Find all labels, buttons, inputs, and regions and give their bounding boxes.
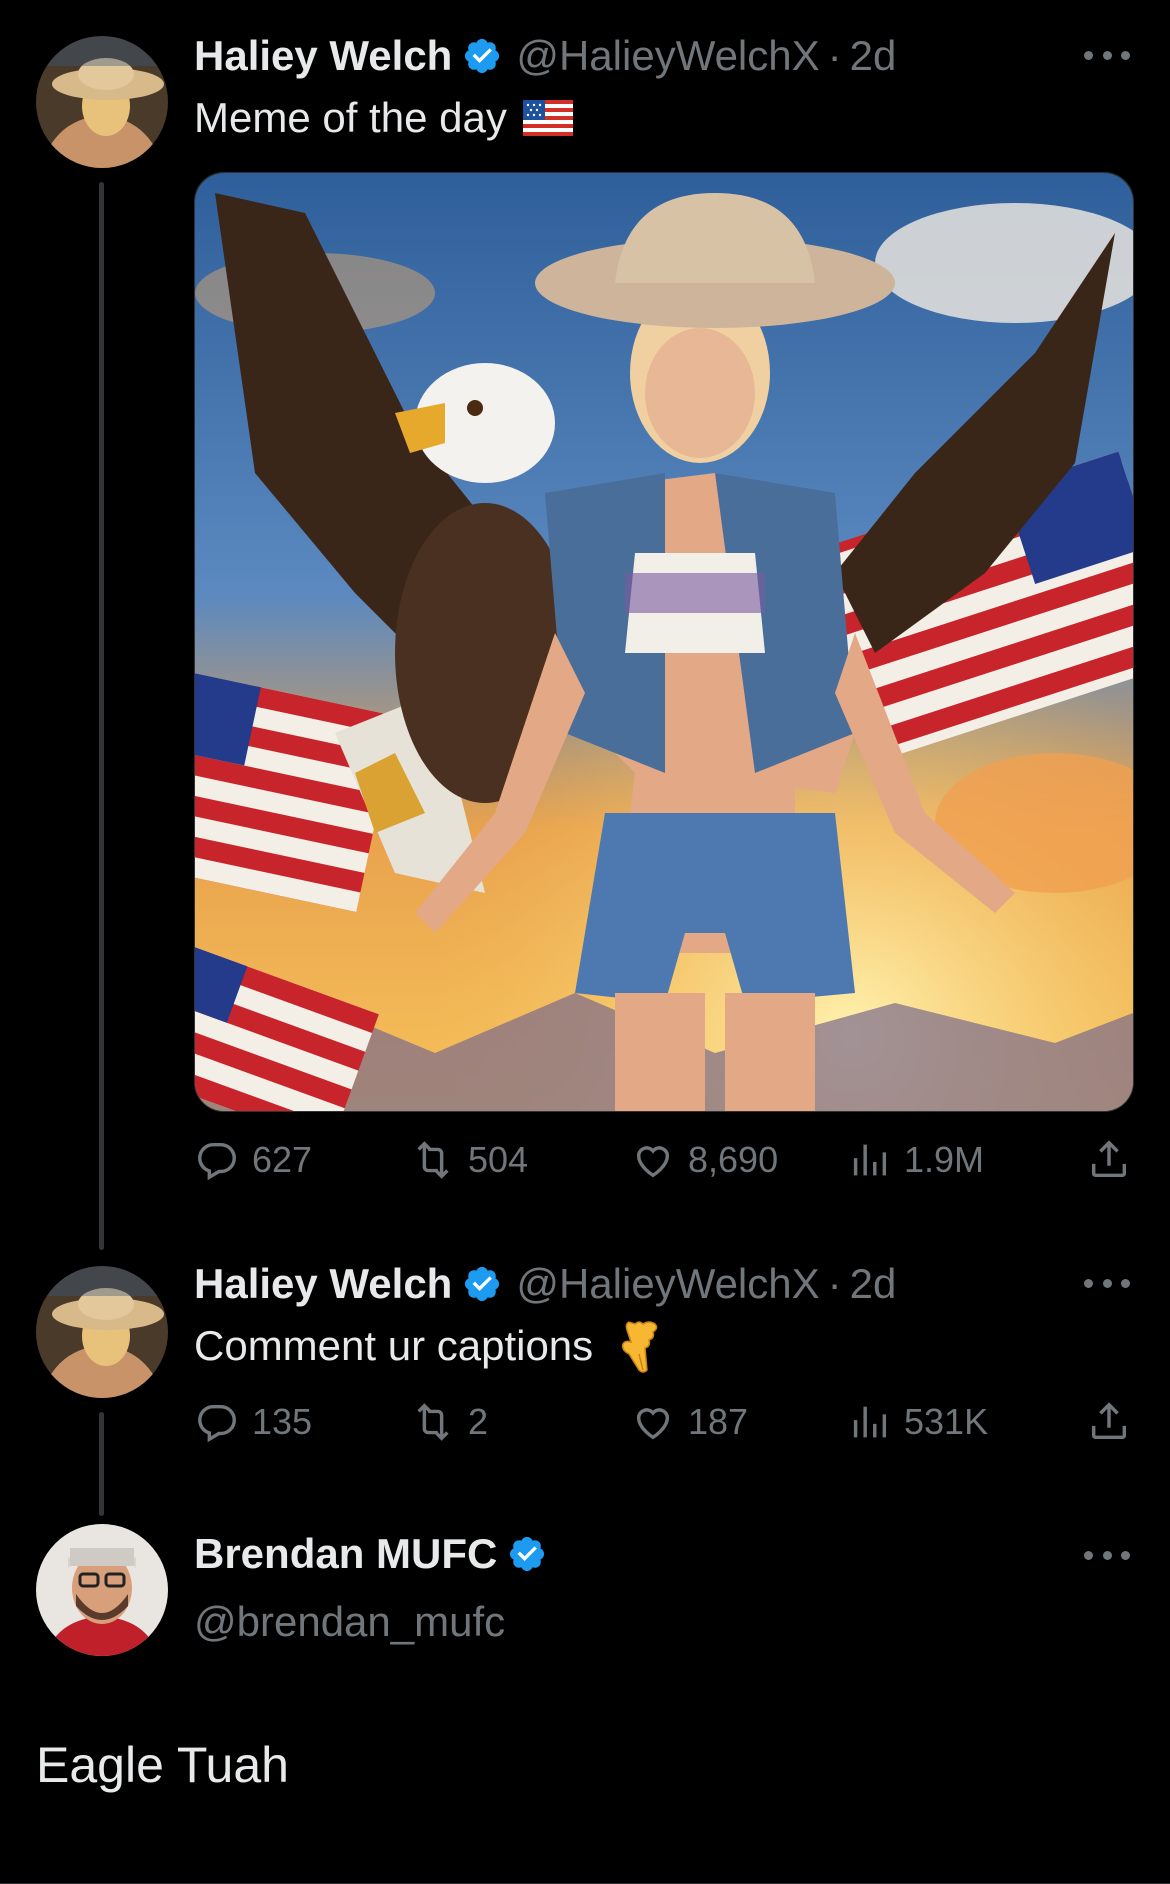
user-handle[interactable]: @brendan_mufc — [194, 1598, 505, 1646]
avatar[interactable] — [36, 36, 168, 168]
reply-count: 135 — [252, 1401, 313, 1442]
views-chart-icon — [853, 1406, 887, 1438]
reply-icon — [198, 1404, 236, 1443]
display-name[interactable]: Haliey Welch — [194, 1260, 452, 1308]
repost-icon — [417, 1403, 449, 1441]
reply-button[interactable]: 135 — [194, 1392, 312, 1452]
reply-author: Brendan MUFC — [194, 1526, 561, 1582]
more-options-icon[interactable] — [1084, 1268, 1130, 1298]
tweet-actions: 627 504 8,690 1.9M — [194, 1130, 1132, 1190]
reply-icon — [198, 1142, 236, 1181]
avatar[interactable] — [36, 1524, 168, 1656]
views-count: 1.9M — [904, 1139, 985, 1180]
heart-icon — [636, 1146, 670, 1178]
user-handle[interactable]: @HalieyWelchX — [516, 1260, 819, 1308]
meme-illustration — [195, 173, 1133, 1111]
like-count: 187 — [688, 1401, 749, 1442]
display-name[interactable]: Haliey Welch — [194, 32, 452, 80]
share-icon — [1091, 1402, 1127, 1440]
tweet-image[interactable] — [194, 172, 1134, 1112]
repost-icon — [417, 1141, 449, 1179]
share-button[interactable] — [1086, 1392, 1132, 1452]
tweet-text-content: Comment ur captions — [194, 1322, 594, 1369]
share-icon — [1091, 1140, 1127, 1178]
views-button[interactable]: 531K — [846, 1392, 988, 1452]
tweet-header: Haliey Welch @HalieyWelchX · 2d — [194, 28, 896, 84]
verified-badge-icon — [507, 1534, 547, 1574]
repost-button[interactable]: 504 — [410, 1130, 528, 1190]
timestamp[interactable]: 2d — [850, 1260, 897, 1308]
tweet-header: Haliey Welch @HalieyWelchX · 2d — [194, 1256, 896, 1312]
heart-icon — [636, 1408, 670, 1440]
tweet-2[interactable]: Haliey Welch @HalieyWelchX · 2d Comment … — [0, 1230, 1170, 1520]
verified-badge-icon — [462, 36, 502, 76]
thread-line — [99, 1412, 104, 1516]
share-button[interactable] — [1086, 1130, 1132, 1190]
views-chart-icon — [853, 1144, 887, 1176]
repost-count: 504 — [468, 1139, 529, 1180]
user-handle[interactable]: @HalieyWelchX — [516, 32, 819, 80]
thread-line — [99, 182, 104, 1250]
more-options-icon[interactable] — [1084, 1540, 1130, 1570]
pointing-down-hand-icon — [615, 1318, 665, 1374]
more-options-icon[interactable] — [1084, 40, 1130, 70]
display-name[interactable]: Brendan MUFC — [194, 1530, 497, 1578]
reply-text: Eagle Tuah — [36, 1737, 289, 1793]
tweet-text-content: Meme of the day — [194, 94, 507, 141]
views-button[interactable]: 1.9M — [846, 1130, 984, 1190]
reply-button[interactable]: 627 — [194, 1130, 312, 1190]
avatar[interactable] — [36, 1266, 168, 1398]
like-button[interactable]: 187 — [630, 1392, 748, 1452]
like-count: 8,690 — [688, 1139, 779, 1180]
verified-badge-icon — [462, 1264, 502, 1304]
views-count: 531K — [904, 1401, 989, 1442]
tweet-text: Comment ur captions — [194, 1316, 665, 1376]
repost-count: 2 — [468, 1401, 489, 1442]
separator-dot: · — [827, 32, 842, 79]
repost-button[interactable]: 2 — [410, 1392, 488, 1452]
reply-tweet[interactable]: Brendan MUFC @brendan_mufc Eagle Tuah — [0, 1520, 1170, 1884]
tweet-actions: 135 2 187 531K — [194, 1392, 1132, 1452]
tweet-1[interactable]: Haliey Welch @HalieyWelchX · 2d Meme of … — [0, 0, 1170, 1250]
separator-dot: · — [827, 1260, 842, 1307]
flag-us-icon — [522, 100, 573, 136]
timestamp[interactable]: 2d — [850, 32, 897, 80]
tweet-text: Meme of the day — [194, 88, 573, 148]
reply-count: 627 — [252, 1139, 313, 1180]
like-button[interactable]: 8,690 — [630, 1130, 778, 1190]
